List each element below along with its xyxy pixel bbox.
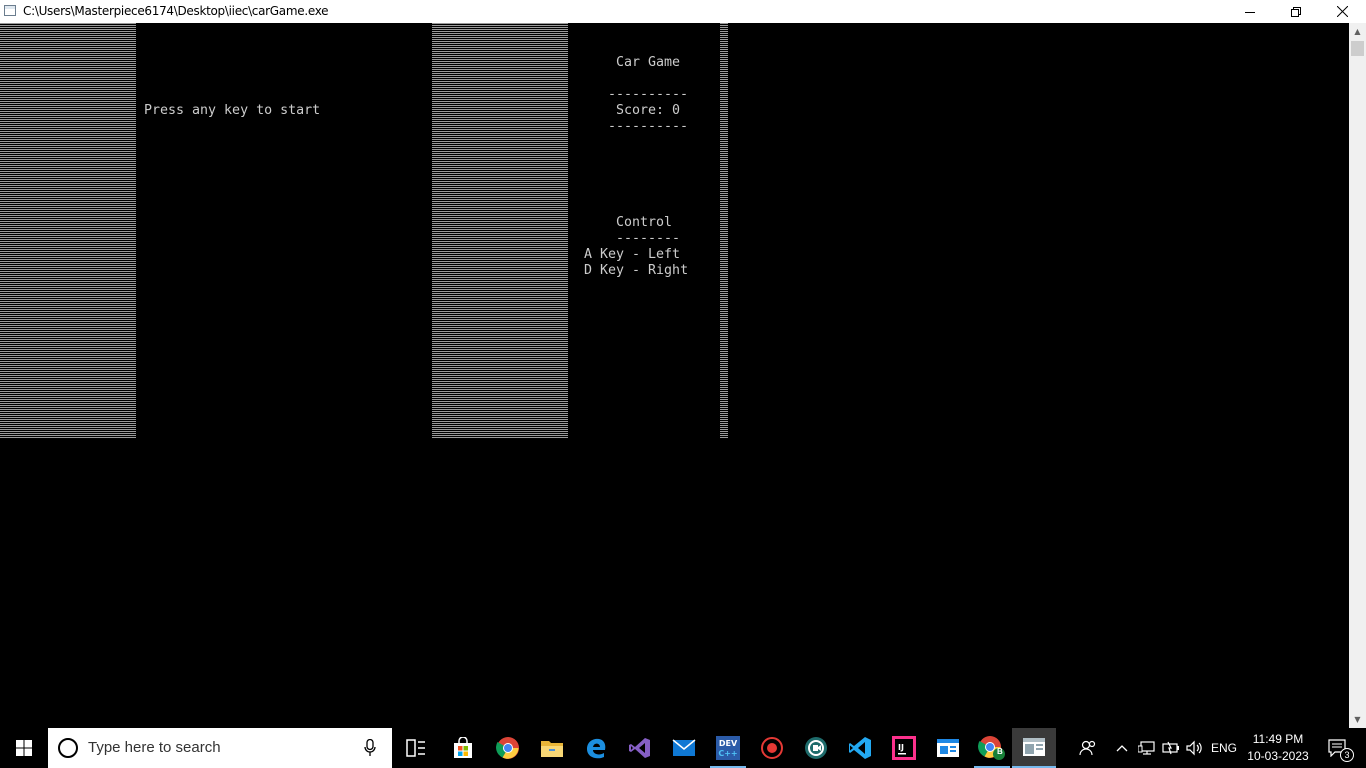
task-view-button[interactable] — [394, 728, 438, 768]
microphone-icon[interactable] — [364, 739, 376, 757]
console-window-icon — [4, 5, 16, 16]
svg-text:IJ: IJ — [898, 743, 904, 752]
people-button[interactable] — [1074, 728, 1102, 768]
windows-start-icon — [16, 740, 32, 756]
restore-icon — [1291, 6, 1301, 17]
show-hidden-icons-button[interactable] — [1112, 728, 1132, 768]
intellij-icon: IJ — [892, 736, 916, 760]
chevron-up-icon — [1116, 745, 1128, 752]
network-icon — [1138, 741, 1155, 755]
taskbar-dev-cpp[interactable]: DEV C++ — [706, 728, 750, 768]
taskbar-app-window[interactable] — [926, 728, 970, 768]
vertical-scrollbar[interactable]: ▲ ▼ — [1349, 23, 1366, 728]
taskbar-search-box[interactable]: Type here to search — [48, 728, 392, 768]
score-divider-top: ---------- — [608, 87, 689, 102]
meet-camera-icon — [805, 737, 827, 759]
volume-icon — [1186, 740, 1202, 756]
action-center-button[interactable]: 3 — [1318, 728, 1358, 768]
left-wall — [0, 23, 136, 439]
screen-recorder-icon — [761, 737, 783, 759]
start-prompt: Press any key to start — [144, 103, 321, 118]
people-icon — [1079, 740, 1096, 756]
dev-cpp-icon: DEV C++ — [716, 736, 740, 760]
taskbar-edge[interactable] — [574, 728, 618, 768]
scrollbar-thumb[interactable] — [1351, 41, 1364, 56]
clock-time: 11:49 PM — [1252, 732, 1304, 746]
network-button[interactable] — [1136, 728, 1158, 768]
taskbar-chrome-profile[interactable]: B — [970, 728, 1014, 768]
scroll-up-arrow-icon[interactable]: ▲ — [1349, 23, 1366, 40]
svg-text:DEV: DEV — [719, 739, 738, 748]
taskbar-vscode[interactable] — [838, 728, 882, 768]
taskbar: Type here to search DEV C++ IJ B ENG 11:… — [0, 728, 1366, 768]
visual-studio-icon — [629, 738, 650, 758]
console-app-icon — [1023, 738, 1045, 756]
notification-count-badge: 3 — [1340, 748, 1354, 762]
game-heading: Car Game — [616, 55, 681, 70]
score-label: Score: 0 — [616, 103, 681, 118]
taskbar-chrome[interactable] — [486, 728, 530, 768]
road-right-wall — [432, 23, 568, 439]
taskbar-file-explorer[interactable] — [530, 728, 574, 768]
control-divider: -------- — [616, 231, 681, 246]
battery-button[interactable] — [1160, 728, 1182, 768]
mail-icon — [672, 739, 696, 756]
battery-icon — [1162, 741, 1179, 755]
file-explorer-icon — [541, 741, 563, 757]
taskbar-store[interactable] — [441, 728, 485, 768]
app-window-icon — [937, 739, 959, 757]
minimize-button[interactable] — [1227, 0, 1273, 23]
score-divider-bottom: ---------- — [608, 119, 689, 134]
window-title: C:\Users\Masterpiece6174\Desktop\iiec\ca… — [23, 4, 329, 18]
panel-border — [720, 23, 728, 439]
console-area[interactable]: Press any key to start Car Game --------… — [0, 23, 1349, 728]
control-left-hint: A Key - Left — [584, 247, 681, 262]
svg-text:C++: C++ — [718, 749, 737, 758]
edge-icon — [587, 738, 606, 759]
control-right-hint: D Key - Right — [584, 263, 689, 278]
vscode-icon — [849, 737, 871, 759]
chrome-icon — [496, 737, 519, 759]
taskbar-intellij[interactable]: IJ — [882, 728, 926, 768]
cortana-circle-icon — [58, 738, 78, 758]
start-button[interactable] — [0, 728, 48, 768]
taskbar-screen-recorder[interactable] — [750, 728, 794, 768]
taskbar-visual-studio[interactable] — [618, 728, 662, 768]
microsoft-store-icon — [454, 737, 472, 758]
volume-button[interactable] — [1184, 728, 1206, 768]
window-titlebar[interactable]: C:\Users\Masterpiece6174\Desktop\iiec\ca… — [0, 0, 1366, 23]
close-button[interactable] — [1319, 0, 1365, 23]
chrome-profile-badge: B — [997, 747, 1003, 756]
language-indicator[interactable]: ENG — [1208, 728, 1240, 768]
taskbar-meet[interactable] — [794, 728, 838, 768]
control-heading: Control — [616, 215, 673, 230]
taskbar-console-app[interactable] — [1012, 728, 1056, 768]
close-icon — [1336, 6, 1348, 17]
taskbar-clock[interactable]: 11:49 PM 10-03-2023 — [1244, 731, 1312, 765]
task-view-icon — [406, 739, 425, 757]
taskbar-mail[interactable] — [662, 728, 706, 768]
search-placeholder: Type here to search — [88, 739, 221, 756]
minimize-icon — [1245, 11, 1255, 13]
clock-date: 10-03-2023 — [1247, 749, 1309, 763]
restore-button[interactable] — [1273, 0, 1319, 23]
scroll-down-arrow-icon[interactable]: ▼ — [1349, 711, 1366, 728]
